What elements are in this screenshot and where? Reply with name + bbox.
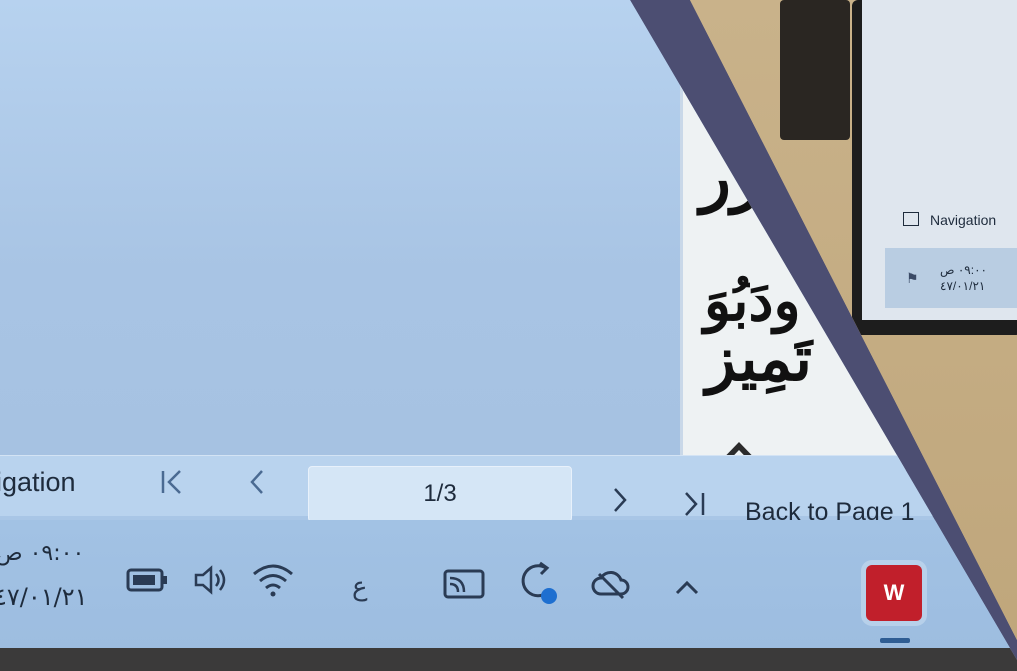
document-viewport[interactable] <box>0 0 700 455</box>
wps-office-app-button[interactable]: W <box>866 565 922 621</box>
inset-clock-date: ٤٧/٠١/٢١ <box>940 279 986 293</box>
monitor-mount <box>780 0 850 140</box>
inset-navigation-label[interactable]: Navigation <box>930 212 996 228</box>
next-page-button[interactable] <box>600 480 640 520</box>
cast-icon[interactable] <box>442 568 486 602</box>
page-number-field[interactable]: 1/3 <box>308 466 572 522</box>
taskbar-clock-date[interactable]: ٤٧/٠١/٢١ <box>0 583 88 611</box>
first-page-icon <box>161 470 181 494</box>
taskbar-clock-time[interactable]: ٠٩:٠٠ ص <box>0 541 84 566</box>
monitor-bezel-bottom <box>0 648 1017 671</box>
chevron-up-icon[interactable] <box>672 578 702 598</box>
first-page-button[interactable] <box>152 462 192 502</box>
cloud-icon[interactable] <box>591 568 631 602</box>
previous-page-icon <box>250 470 263 494</box>
wifi-icon[interactable] <box>250 562 296 598</box>
previous-page-button[interactable] <box>236 462 276 502</box>
battery-icon[interactable] <box>126 567 170 593</box>
inset-clock[interactable]: ٠٩:٠٠ ص ٤٧/٠١/٢١ <box>940 262 987 294</box>
sync-icon[interactable] <box>516 560 560 608</box>
next-page-icon <box>614 488 627 512</box>
navigation-label[interactable]: igation <box>0 467 76 498</box>
page-indicator: 1/3 <box>423 480 457 507</box>
last-page-button[interactable] <box>674 484 714 524</box>
notification-icon[interactable]: ⚑ <box>906 270 919 287</box>
volume-icon[interactable] <box>192 564 232 596</box>
input-language-indicator[interactable]: ع <box>352 572 368 602</box>
inset-clock-time: ٠٩:٠٠ ص <box>940 263 987 277</box>
document-text-line-3: تَمِيز <box>706 322 813 395</box>
last-page-icon <box>685 492 705 516</box>
navigation-panel-icon[interactable] <box>903 212 919 226</box>
document-text-line-1: زر <box>700 140 762 215</box>
active-app-indicator <box>880 638 910 643</box>
wps-office-icon: W <box>883 580 905 605</box>
